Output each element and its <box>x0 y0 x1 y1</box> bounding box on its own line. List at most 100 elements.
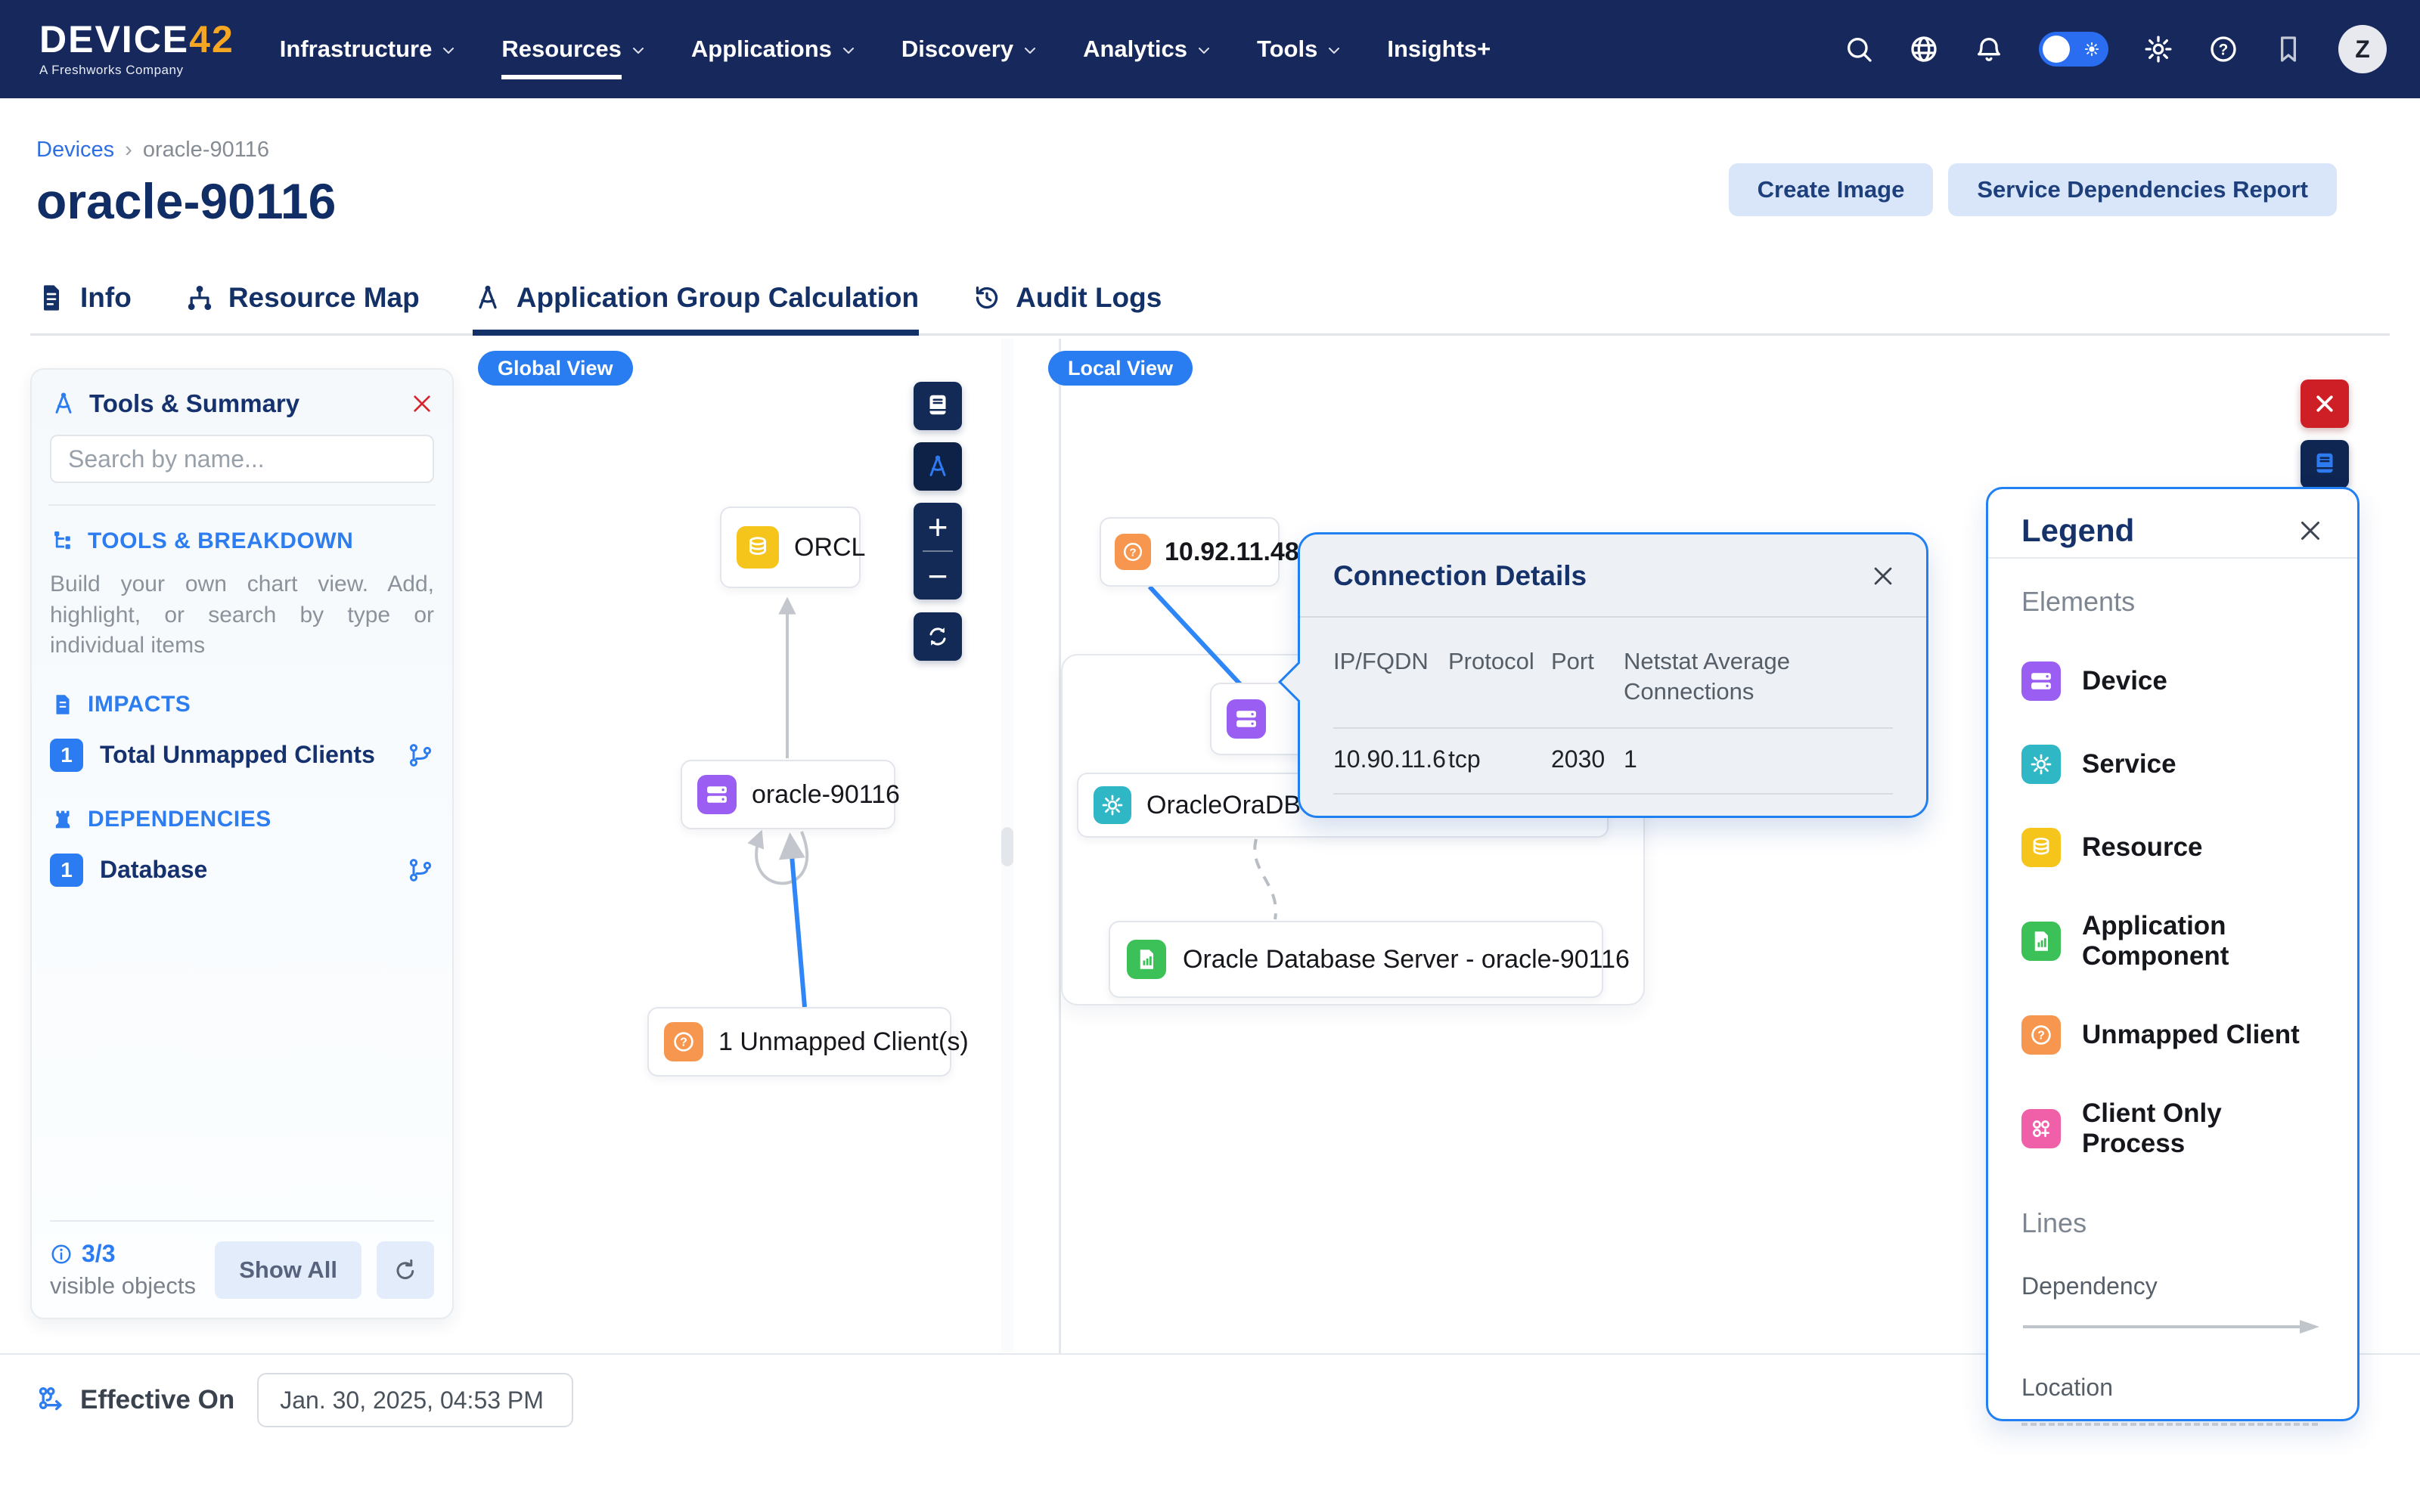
popup-table-row: 10.90.11.6 tcp 2030 1 <box>1300 729 1926 773</box>
menu-tools[interactable]: Tools <box>1257 36 1343 63</box>
legend-title: Legend <box>2021 513 2134 549</box>
legend-lines-heading: Lines <box>2021 1207 2324 1239</box>
search-input[interactable] <box>50 435 434 483</box>
effective-date-value: Jan. 30, 2025, 04:53 PM <box>280 1387 544 1414</box>
application-component-icon <box>2021 922 2061 961</box>
settings-gear-icon[interactable] <box>2143 34 2173 64</box>
document-icon <box>36 283 67 313</box>
tools-breakdown-heading: TOOLS & BREAKDOWN <box>50 528 434 554</box>
book-icon <box>2311 451 2338 478</box>
branch-icon[interactable] <box>407 857 434 884</box>
menu-resources[interactable]: Resources <box>501 19 647 79</box>
tree-list-icon <box>50 528 76 554</box>
node-app-component-oracle-db-server[interactable]: Oracle Database Server - oracle-90116 <box>1109 921 1603 998</box>
global-view-scrollbar-thumb[interactable] <box>1001 827 1013 866</box>
globe-icon[interactable] <box>1909 34 1939 64</box>
top-navbar: DEVICE42 A Freshworks Company Infrastruc… <box>0 0 2420 98</box>
chevron-down-icon <box>839 42 858 60</box>
effective-on-label: Effective On <box>80 1385 234 1415</box>
panel-title: Tools & Summary <box>89 389 299 418</box>
help-icon[interactable]: ? <box>2208 34 2238 64</box>
resource-map-icon <box>185 283 215 313</box>
zoom-controls: + − <box>914 503 962 600</box>
effective-date-input[interactable]: Jan. 30, 2025, 04:53 PM <box>257 1373 573 1427</box>
legend-elements-heading: Elements <box>2021 586 2324 618</box>
cell-netstat: 1 <box>1624 745 1893 773</box>
search-icon[interactable] <box>1844 34 1874 64</box>
history-icon <box>972 283 1002 313</box>
impacts-row-total-unmapped-clients[interactable]: 1 Total Unmapped Clients <box>50 739 434 772</box>
node-resource-orcl[interactable]: ORCL <box>720 507 861 588</box>
device42-logo[interactable]: DEVICE42 A Freshworks Company <box>39 20 234 78</box>
compass-tool-icon <box>924 453 951 480</box>
legend-item-unmapped-client: ? Unmapped Client <box>2021 1015 2324 1055</box>
show-all-button[interactable]: Show All <box>215 1241 361 1299</box>
resource-icon <box>2021 828 2061 867</box>
close-local-view-button[interactable] <box>2301 380 2349 428</box>
tabs: Info Resource Map Application Group Calc… <box>36 277 1162 336</box>
breadcrumb-devices-link[interactable]: Devices <box>36 138 114 163</box>
menu-insights[interactable]: Insights+ <box>1387 36 1491 63</box>
connection-details-popup: Connection Details IP/FQDN Protocol Port… <box>1298 532 1928 818</box>
close-icon[interactable] <box>410 392 434 416</box>
service-dependencies-report-button[interactable]: Service Dependencies Report <box>1948 163 2337 216</box>
version-branch-icon <box>36 1385 67 1415</box>
tab-application-group-calculation[interactable]: Application Group Calculation <box>473 277 919 336</box>
refresh-button[interactable] <box>377 1241 434 1299</box>
dependencies-row-database[interactable]: 1 Database <box>50 854 434 887</box>
tab-resource-map[interactable]: Resource Map <box>185 277 420 336</box>
create-image-button[interactable]: Create Image <box>1729 163 1934 216</box>
user-avatar[interactable]: Z <box>2338 25 2387 73</box>
application-component-icon <box>1127 940 1166 979</box>
node-unmapped-ip[interactable]: ? 10.92.11.48 <box>1100 517 1280 587</box>
book-icon <box>924 392 951 420</box>
breadcrumb-current: oracle-90116 <box>143 138 269 163</box>
dependency-line-sample <box>2021 1317 2324 1337</box>
tools-summary-panel: Tools & Summary TOOLS & BREAKDOWN Build … <box>30 368 454 1319</box>
zoom-out-button[interactable]: − <box>914 552 962 600</box>
device-icon <box>2021 662 2061 701</box>
resource-icon <box>737 526 779 569</box>
branch-icon[interactable] <box>407 742 434 769</box>
visible-count: 3/3 <box>82 1240 115 1268</box>
menu-infrastructure[interactable]: Infrastructure <box>280 36 458 63</box>
breadcrumb-separator: › <box>125 138 132 163</box>
global-view-badge: Global View <box>478 351 633 386</box>
menu-analytics[interactable]: Analytics <box>1083 36 1213 63</box>
notifications-bell-icon[interactable] <box>1974 34 2004 64</box>
visible-caption: visible objects <box>50 1272 196 1300</box>
bookmark-icon[interactable] <box>2273 34 2304 64</box>
legend-toggle-button[interactable] <box>2301 440 2349 488</box>
impacts-heading: IMPACTS <box>50 692 434 717</box>
cell-protocol: tcp <box>1448 745 1551 773</box>
theme-toggle[interactable] <box>2039 32 2108 67</box>
sync-icon <box>924 623 951 650</box>
node-unmapped-clients[interactable]: ? 1 Unmapped Client(s) <box>647 1007 951 1077</box>
node-device-oracle-90116[interactable]: oracle-90116 <box>681 760 895 829</box>
menu-applications[interactable]: Applications <box>691 36 858 63</box>
node-list-button[interactable] <box>914 382 962 430</box>
device-icon <box>697 775 737 814</box>
legend-panel: Legend Elements Device Service Resource … <box>1986 487 2360 1421</box>
close-icon[interactable] <box>2297 517 2324 544</box>
device-icon <box>1227 699 1266 739</box>
sun-icon <box>2083 41 2100 57</box>
tab-audit-logs[interactable]: Audit Logs <box>972 277 1162 336</box>
zoom-in-button[interactable]: + <box>914 503 962 550</box>
menu-discovery[interactable]: Discovery <box>901 36 1039 63</box>
navbar-utilities: ? Z <box>1844 25 2387 73</box>
tab-info[interactable]: Info <box>36 277 132 336</box>
tools-summary-toggle-button[interactable] <box>914 442 962 491</box>
panel-description: Build your own chart view. Add, highligh… <box>50 569 434 662</box>
divider <box>1988 557 2357 559</box>
chevron-down-icon <box>439 42 458 60</box>
count-badge: 1 <box>50 854 83 887</box>
legend-location-label: Location <box>2021 1374 2324 1402</box>
col-ip-fqdn: IP/FQDN <box>1333 646 1448 708</box>
recalculate-button[interactable] <box>914 612 962 661</box>
close-icon[interactable] <box>1870 563 1896 589</box>
compass-tool-icon <box>50 390 77 417</box>
client-only-process-icon <box>2021 1109 2061 1148</box>
effective-on-bar: Effective On Jan. 30, 2025, 04:53 PM <box>36 1373 573 1427</box>
local-view-badge: Local View <box>1048 351 1193 386</box>
